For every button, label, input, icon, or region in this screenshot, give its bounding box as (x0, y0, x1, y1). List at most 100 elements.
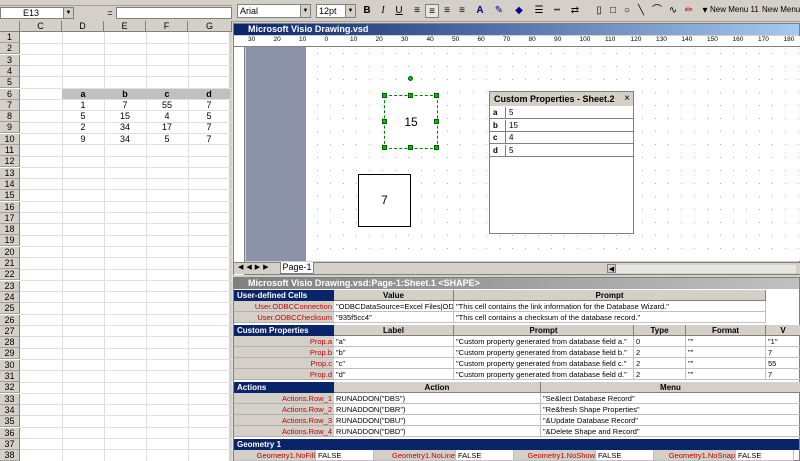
table-cell[interactable]: 7 (188, 134, 230, 144)
custom-properties-title-bar[interactable]: Custom Properties - Sheet.2 (490, 92, 633, 106)
row-header[interactable]: 33 (0, 393, 20, 405)
ellipse-tool-icon[interactable]: ○ (620, 4, 634, 18)
section-header[interactable]: Custom Properties (234, 325, 334, 336)
table-cell[interactable]: 5 (188, 111, 230, 121)
table-cell[interactable]: 1 (62, 100, 104, 110)
cell-value[interactable]: "b" (334, 347, 454, 358)
table-cell[interactable]: 34 (104, 122, 146, 132)
font-color-icon[interactable]: A (473, 4, 487, 18)
row-header[interactable]: 6 (0, 88, 20, 100)
property-value[interactable]: 5 (509, 107, 513, 118)
horizontal-scrollbar[interactable] (616, 265, 796, 273)
cell-value[interactable]: "a" (334, 336, 454, 347)
table-cell[interactable]: 55 (146, 100, 188, 110)
row-header[interactable]: 13 (0, 167, 20, 179)
underline-button[interactable]: U (392, 4, 406, 18)
selection-handle[interactable] (434, 119, 439, 124)
property-value[interactable]: 4 (509, 132, 513, 143)
page-nav-arrows[interactable]: ◀◀▶▶ (238, 263, 272, 271)
row-header[interactable]: 8 (0, 111, 20, 123)
geometry-cell-value[interactable]: FALSE (596, 450, 654, 461)
cell-value[interactable]: "ODBCDataSource=Excel Files|ODBC (334, 301, 454, 312)
row-header[interactable]: 17 (0, 212, 20, 224)
cell-value[interactable]: "&Delete Shape and Record" (541, 426, 800, 437)
align-left-icon[interactable]: ≡ (410, 4, 424, 18)
geometry-cell-value[interactable]: FALSE (316, 450, 374, 461)
table-cell[interactable]: 4 (146, 111, 188, 121)
drawing-title-bar[interactable]: Microsoft Visio Drawing.vsd (234, 24, 799, 35)
justify-icon[interactable]: ≡ (455, 4, 469, 18)
geometry-cell-value[interactable]: FALSE (456, 450, 514, 461)
text-tool-icon[interactable]: ▯ (592, 4, 606, 18)
cell-value[interactable]: 0 (634, 336, 686, 347)
arc-tool-icon[interactable]: ⌒ (650, 4, 664, 18)
table-cell[interactable]: 15 (104, 111, 146, 121)
close-icon[interactable]: × (622, 93, 632, 105)
row-header[interactable]: 1 (0, 32, 20, 43)
freeform-tool-icon[interactable]: ∿ (666, 4, 680, 18)
cell-value[interactable]: "&Update Database Record" (541, 415, 800, 426)
property-row[interactable]: c4 (490, 132, 633, 144)
row-header[interactable]: 22 (0, 269, 20, 281)
table-cell[interactable]: 7 (104, 100, 146, 110)
cell-value[interactable]: 2 (634, 358, 686, 369)
row-header[interactable]: 4 (0, 65, 20, 77)
row-header[interactable]: 20 (0, 246, 20, 258)
cell-value[interactable]: RUNADDON("DBR") (334, 404, 541, 415)
selection-handle[interactable] (382, 93, 387, 98)
section-header[interactable]: Actions (234, 382, 334, 393)
row-header[interactable]: 19 (0, 235, 20, 247)
cell-value[interactable]: "Custom property generated from database… (454, 336, 634, 347)
formula-input[interactable] (116, 7, 232, 19)
table-header-cell[interactable]: c (146, 88, 188, 99)
row-header[interactable]: 10 (0, 133, 20, 145)
column-header-C[interactable]: C (20, 21, 62, 32)
row-header[interactable]: 30 (0, 359, 20, 371)
bold-button[interactable]: B (360, 4, 374, 18)
table-cell[interactable]: 2 (62, 122, 104, 132)
cell-value[interactable]: "This cell contains the link information… (454, 301, 766, 312)
cell-value[interactable]: "Custom property generated from database… (454, 369, 634, 380)
row-header[interactable]: 36 (0, 427, 20, 439)
row-header[interactable]: 25 (0, 303, 20, 315)
property-row[interactable]: a5 (490, 107, 633, 119)
new-menu-11[interactable]: New Menu 11 (710, 5, 759, 14)
table-cell[interactable]: 17 (146, 122, 188, 132)
row-header[interactable]: 2 (0, 43, 20, 55)
shapesheet-title-bar[interactable]: Microsoft Visio Drawing.vsd:Page-1:Sheet… (234, 278, 799, 289)
rotation-handle[interactable] (408, 76, 413, 81)
row-header[interactable]: 31 (0, 371, 20, 382)
table-cell[interactable]: 9 (62, 134, 104, 144)
italic-button[interactable]: I (376, 4, 390, 18)
tab-page-1[interactable]: Page-1 (280, 262, 314, 274)
row-header[interactable]: 34 (0, 404, 20, 416)
row-header[interactable]: 5 (0, 77, 20, 89)
chevron-down-icon[interactable]: ▼ (63, 8, 73, 18)
cell-value[interactable]: RUNADDON("DBS") (334, 393, 541, 404)
cell-value[interactable]: 2 (634, 347, 686, 358)
selection-handle[interactable] (408, 145, 413, 150)
cell-value[interactable]: RUNADDON("DBU") (334, 415, 541, 426)
new-menu[interactable]: New Menu (762, 5, 800, 14)
section-header[interactable]: User-defined Cells (234, 290, 334, 301)
line-ends-icon[interactable]: ⇄ (568, 4, 582, 18)
row-header[interactable]: 14 (0, 178, 20, 190)
table-header-cell[interactable]: d (188, 88, 230, 99)
column-header-E[interactable]: E (104, 21, 146, 32)
table-cell[interactable]: 7 (188, 122, 230, 132)
row-header[interactable]: 35 (0, 416, 20, 428)
row-header[interactable]: 23 (0, 280, 20, 292)
line-tool-icon[interactable]: ╲ (634, 4, 648, 18)
section-header[interactable]: Geometry 1 (234, 439, 799, 450)
table-header-cell[interactable]: b (104, 88, 146, 99)
cell-value[interactable]: 55 (766, 358, 800, 369)
line-pattern-icon[interactable]: ┅ (550, 4, 564, 18)
geometry-cell-value[interactable]: FALSE (736, 450, 794, 461)
row-header[interactable]: 37 (0, 438, 20, 450)
row-header[interactable]: 24 (0, 291, 20, 303)
select-all-corner[interactable] (0, 21, 20, 32)
row-header[interactable]: 18 (0, 224, 20, 236)
row-header[interactable]: 27 (0, 325, 20, 337)
cell-value[interactable]: RUNADDON("DBD") (334, 426, 541, 437)
table-header-cell[interactable]: a (62, 88, 104, 99)
